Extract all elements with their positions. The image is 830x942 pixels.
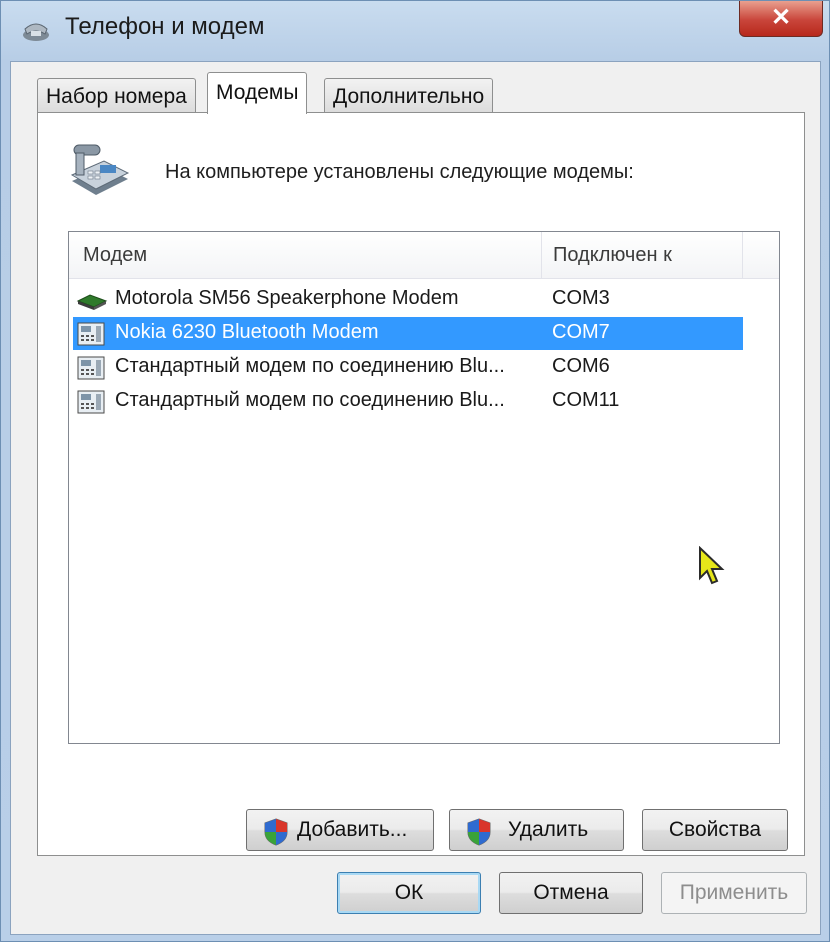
remove-button-label: Удалить (508, 818, 589, 841)
apply-button[interactable]: Применить (661, 872, 807, 914)
column-divider[interactable] (541, 232, 542, 278)
close-button[interactable]: ✕ (739, 1, 823, 37)
modem-name: Motorola SM56 Speakerphone Modem (115, 287, 459, 309)
cancel-button[interactable]: Отмена (499, 872, 643, 914)
list-item[interactable]: Nokia 6230 Bluetooth Modem COM7 (73, 317, 743, 350)
telephone-modem-icon (70, 144, 130, 195)
telephone-icon (23, 23, 49, 41)
modem-name: Стандартный модем по соединению Blu... (115, 389, 505, 411)
modem-port: COM7 (552, 321, 610, 343)
title-bar[interactable]: Телефон и модем ✕ (1, 1, 829, 61)
modem-port: COM11 (552, 389, 620, 411)
ok-button[interactable]: ОК (337, 872, 481, 914)
tab-modems[interactable]: Модемы (207, 72, 308, 114)
modem-name: Стандартный модем по соединению Blu... (115, 355, 505, 377)
column-header-modem[interactable]: Модем (83, 244, 147, 267)
modem-card-icon (76, 294, 108, 310)
column-header-port[interactable]: Подключен к (553, 244, 672, 267)
list-item[interactable]: Стандартный модем по соединению Blu... C… (73, 385, 743, 418)
properties-button[interactable]: Свойства (642, 809, 788, 851)
modem-phone-icon (77, 322, 105, 346)
dialog-body: Набор номера Модемы Дополнительно На ком… (10, 61, 821, 935)
uac-shield-icon (264, 818, 288, 846)
list-item[interactable]: Motorola SM56 Speakerphone Modem COM3 (73, 283, 743, 316)
add-button[interactable]: Добавить... (246, 809, 434, 851)
remove-button[interactable]: Удалить (449, 809, 624, 851)
tab-advanced[interactable]: Дополнительно (324, 78, 494, 112)
modem-list[interactable]: Модем Подключен к Motorola SM56 Speakerp… (68, 231, 780, 744)
mouse-cursor-icon (699, 546, 725, 585)
modem-phone-icon (77, 390, 105, 414)
modem-name: Nokia 6230 Bluetooth Modem (115, 321, 379, 343)
dialog-window: Телефон и модем ✕ Набор номера Модемы До… (0, 0, 830, 942)
uac-shield-icon (467, 818, 491, 846)
modem-port: COM3 (552, 287, 610, 309)
add-button-label: Добавить... (297, 818, 408, 841)
list-item[interactable]: Стандартный модем по соединению Blu... C… (73, 351, 743, 384)
column-divider[interactable] (742, 232, 743, 278)
modems-description: На компьютере установлены следующие моде… (165, 161, 634, 183)
modems-tab-panel: На компьютере установлены следующие моде… (37, 112, 805, 856)
window-title: Телефон и модем (65, 13, 265, 40)
modem-port: COM6 (552, 355, 610, 377)
list-header: Модем Подключен к (69, 232, 779, 279)
tab-dialing-rules[interactable]: Набор номера (37, 78, 196, 112)
modem-phone-icon (77, 356, 105, 380)
